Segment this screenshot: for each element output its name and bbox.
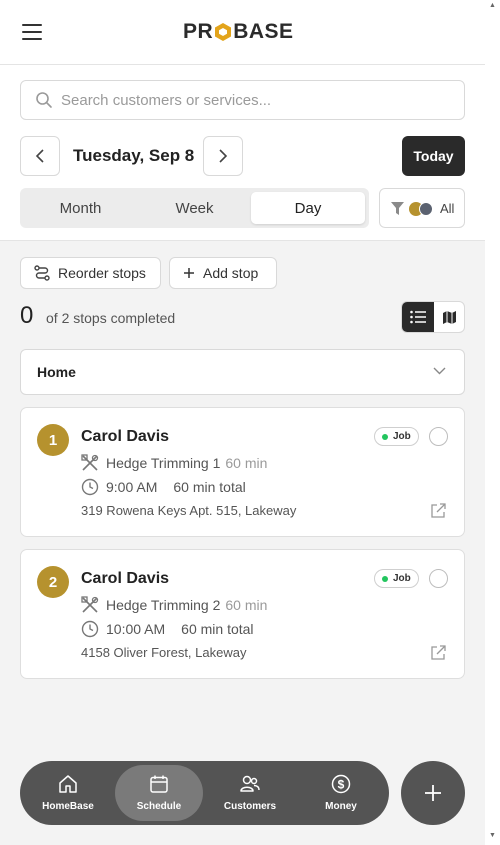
filter-label: All — [440, 201, 455, 216]
tools-icon — [81, 596, 99, 613]
customer-name: Carol Davis — [81, 428, 170, 445]
clock-icon — [81, 620, 99, 638]
chevron-left-icon — [35, 149, 44, 163]
reorder-stops-button[interactable]: Reorder stops — [20, 257, 161, 289]
bottom-navigation: HomeBase Schedule Customers $ Money — [20, 761, 389, 825]
list-map-toggle — [401, 301, 465, 333]
service-row: Hedge Trimming 2 60 min — [81, 596, 267, 614]
schedule-controls: Tuesday, Sep 8 Today Month Week Day All — [0, 65, 485, 241]
plus-icon — [184, 268, 194, 278]
route-icon — [34, 265, 50, 281]
completed-text: of 2 stops completed — [46, 310, 176, 326]
service-name: Hedge Trimming 2 — [106, 597, 221, 613]
time-row: 10:00 AM 60 min total — [81, 620, 254, 638]
tools-icon — [81, 454, 99, 471]
logo-hexagon-icon — [214, 22, 232, 42]
tab-week[interactable]: Week — [138, 192, 251, 224]
add-stop-button[interactable]: Add stop — [169, 257, 277, 289]
scroll-down-icon[interactable]: ▼ — [489, 832, 496, 839]
stop-address: 319 Rowena Keys Apt. 515, Lakeway — [81, 503, 297, 518]
users-icon — [240, 775, 260, 792]
list-icon — [410, 310, 426, 324]
logo-text-left: PR — [183, 20, 214, 43]
tab-month[interactable]: Month — [24, 192, 137, 224]
completed-count: 0 — [20, 302, 34, 329]
svg-text:$: $ — [338, 778, 345, 792]
nav-schedule-label: Schedule — [136, 801, 182, 812]
external-link-icon[interactable] — [429, 644, 447, 662]
chevron-right-icon — [219, 149, 228, 163]
start-location-value: Home — [37, 364, 76, 380]
stop-total: 60 min total — [173, 479, 246, 495]
job-badge: Job — [374, 569, 419, 588]
create-button[interactable] — [401, 761, 465, 825]
app-header: PR BASE — [0, 0, 485, 65]
calendar-icon — [150, 775, 168, 793]
nav-customers[interactable]: Customers — [206, 765, 294, 821]
logo-text-right: BASE — [233, 20, 294, 43]
page: PR BASE Tuesday, Sep 8 Today Month Week … — [0, 0, 485, 845]
clock-icon — [81, 478, 99, 496]
team-avatars-icon — [409, 202, 435, 216]
list-view-button[interactable] — [402, 302, 434, 332]
scrollbar[interactable]: ▲ ▼ — [485, 0, 500, 845]
nav-customers-label: Customers — [223, 801, 277, 812]
probase-logo[interactable]: PR BASE — [183, 19, 294, 45]
nav-money[interactable]: $ Money — [297, 765, 385, 821]
complete-checkbox[interactable] — [429, 569, 448, 588]
dollar-icon: $ — [331, 774, 351, 794]
filter-button[interactable]: All — [379, 188, 465, 228]
view-switcher: Month Week Day — [20, 188, 369, 228]
today-button[interactable]: Today — [402, 136, 465, 176]
service-row: Hedge Trimming 1 60 min — [81, 454, 267, 472]
tab-day[interactable]: Day — [251, 192, 365, 224]
customer-name: Carol Davis — [81, 570, 170, 587]
reorder-stops-label: Reorder stops — [58, 265, 146, 281]
stop-time: 10:00 AM — [106, 621, 166, 637]
service-name: Hedge Trimming 1 — [106, 455, 221, 471]
stop-address: 4158 Oliver Forest, Lakeway — [81, 645, 247, 660]
stop-number: 1 — [37, 424, 69, 456]
service-duration: 60 min — [225, 455, 268, 471]
search-icon — [36, 92, 52, 108]
plus-icon — [425, 785, 441, 801]
nav-schedule[interactable]: Schedule — [115, 765, 203, 821]
map-icon — [442, 310, 456, 324]
next-day-button[interactable] — [203, 136, 243, 176]
search-input[interactable] — [61, 81, 461, 119]
chevron-down-icon — [433, 367, 446, 375]
service-duration: 60 min — [225, 597, 268, 613]
start-location-select[interactable]: Home — [20, 349, 465, 395]
job-badge: Job — [374, 427, 419, 446]
home-icon — [59, 775, 77, 793]
nav-homebase[interactable]: HomeBase — [24, 765, 112, 821]
map-view-button[interactable] — [434, 302, 464, 332]
previous-day-button[interactable] — [20, 136, 60, 176]
search-bar[interactable] — [20, 80, 465, 120]
stop-card[interactable]: 2 Carol Davis Job Hedge Trimming 2 60 mi… — [20, 549, 465, 679]
menu-icon[interactable] — [22, 24, 42, 40]
add-stop-label: Add stop — [203, 265, 259, 281]
external-link-icon[interactable] — [429, 502, 447, 520]
time-row: 9:00 AM 60 min total — [81, 478, 246, 496]
stop-card[interactable]: 1 Carol Davis Job Hedge Trimming 1 60 mi… — [20, 407, 465, 537]
complete-checkbox[interactable] — [429, 427, 448, 446]
filter-icon — [391, 202, 404, 215]
scroll-up-icon[interactable]: ▲ — [489, 2, 496, 9]
stop-time: 9:00 AM — [106, 479, 158, 495]
stop-number: 2 — [37, 566, 69, 598]
stop-total: 60 min total — [181, 621, 254, 637]
nav-homebase-label: HomeBase — [42, 801, 94, 812]
nav-money-label: Money — [325, 801, 357, 812]
current-date: Tuesday, Sep 8 — [73, 146, 195, 165]
